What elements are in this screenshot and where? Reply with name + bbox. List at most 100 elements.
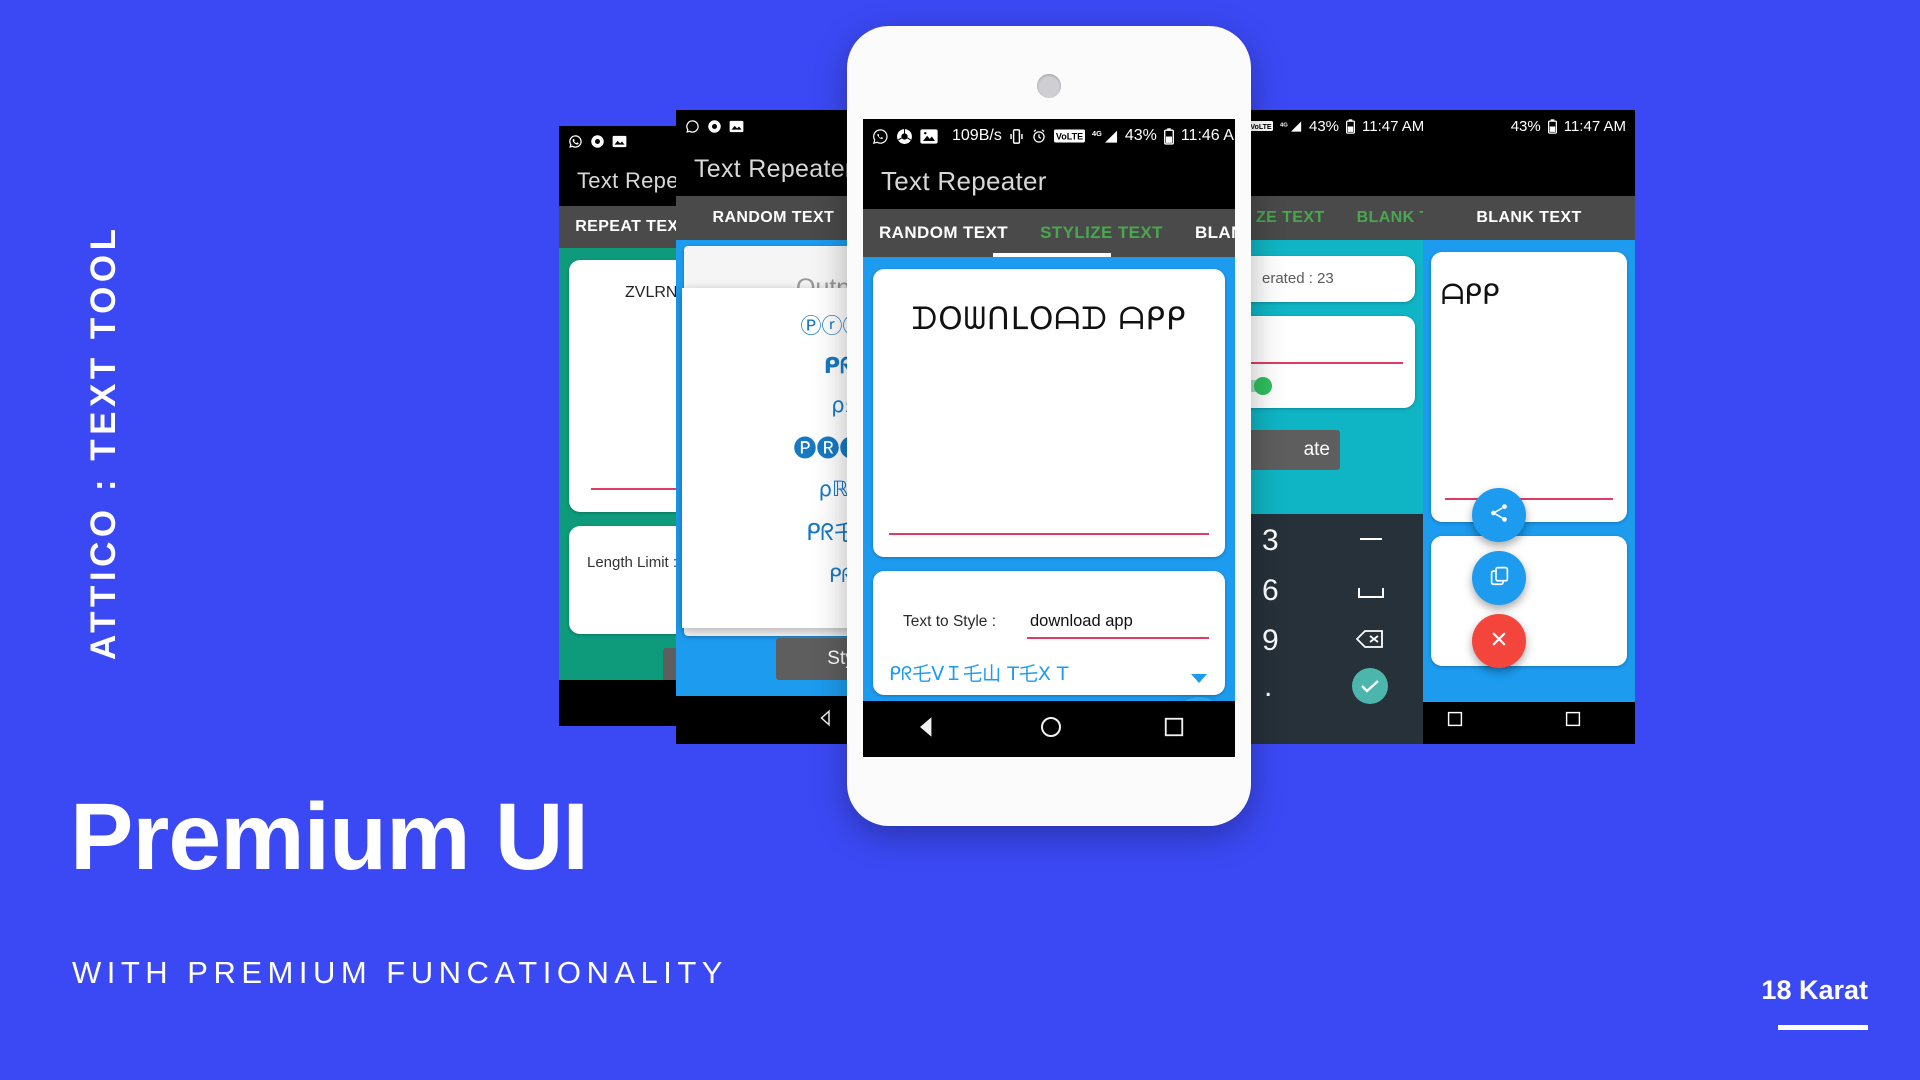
battery-icon (1163, 127, 1174, 145)
tab-blank-text[interactable]: BLANK TEXT (1179, 209, 1235, 257)
output-text: ᗪOᗯᑎᒪOᗩᗪ ᗩᑭᑭ (911, 301, 1187, 337)
gallery-icon (920, 128, 938, 144)
count-input-card[interactable]: 23 (1240, 316, 1415, 408)
close-icon (1489, 629, 1509, 654)
phone-hero-device: 109B/s VoLTE 4G 43% 11:46 AM Text Repeat… (847, 26, 1251, 826)
key-dot[interactable]: . (1264, 670, 1272, 704)
appbar-keypad (1240, 142, 1425, 196)
appbar-hero: Text Repeater (863, 153, 1235, 209)
backspace-key-icon[interactable] (1355, 630, 1384, 653)
navbar-hero (863, 701, 1235, 757)
key-3[interactable]: 3 (1262, 524, 1279, 558)
page-subheadline: WITH PREMIUM FUNCATIONALITY (72, 955, 728, 990)
signal-4g-icon: 4G (1092, 128, 1118, 144)
text-to-style-label: Text to Style : (903, 613, 997, 630)
tab-stylize-text[interactable]: ZE TEXT (1240, 196, 1341, 240)
volte-icon: VoLTE (1249, 120, 1273, 132)
back-nav-icon[interactable] (913, 714, 939, 745)
phone-far-right: 43% 11:47 AM BLANK TEXT ᗩᑭᑭ (1423, 110, 1635, 744)
confirm-key-icon[interactable] (1352, 668, 1388, 704)
copy-fab[interactable] (1472, 551, 1526, 605)
tab-stylize-text[interactable]: STYLIZE TEXT (1024, 209, 1179, 257)
content-keypad: erated : 23 23 ate 3 6 9 . (1240, 240, 1425, 744)
volte-icon: VoLTE (1053, 129, 1085, 143)
statusbar-hero: 109B/s VoLTE 4G 43% 11:46 AM (863, 119, 1235, 153)
vertical-brand-title: ATTICO : TEXT TOOL (84, 224, 123, 660)
count-input-underline (1240, 362, 1403, 364)
recents-nav-icon[interactable] (1163, 716, 1185, 743)
screen-hero: 109B/s VoLTE 4G 43% 11:46 AM Text Repeat… (863, 119, 1235, 757)
text-to-style-underline (1027, 637, 1209, 639)
chrome-icon (896, 128, 913, 145)
home-nav-icon[interactable] (1039, 715, 1063, 744)
whatsapp-icon (685, 119, 700, 134)
vibrate-icon (1009, 128, 1024, 145)
recents-nav-icon-2[interactable] (1565, 711, 1581, 732)
battery-icon (1547, 118, 1557, 134)
svg-text:VoLTE: VoLTE (1250, 124, 1272, 131)
alarm-icon (1031, 128, 1047, 144)
back-nav-icon[interactable] (817, 709, 835, 732)
recents-nav-icon[interactable] (1447, 711, 1463, 732)
length-limit-label: Length Limit : (587, 554, 678, 571)
share-icon (1488, 502, 1510, 529)
style-dropdown-value[interactable]: ᑭᖇ乇ᐯＩ乇山 T乇X T (889, 659, 1069, 686)
svg-text:VoLTE: VoLTE (1056, 132, 1083, 142)
tabbar-keypad: ZE TEXT BLANK TEXT (1240, 196, 1425, 240)
screen-keypad: VoLTE 4G 43% 11:47 AM ZE TEXT BLANK TEXT… (1240, 110, 1425, 744)
chevron-down-icon[interactable] (1191, 671, 1207, 689)
far-output-underline (1445, 498, 1613, 500)
tab-random-text[interactable]: RANDOM TEXT (676, 196, 871, 240)
brand-underline (1778, 1025, 1868, 1030)
output-card[interactable]: ᗪOᗯᑎᒪOᗩᗪ ᗩᑭᑭ (873, 269, 1225, 557)
battery-far: 43% (1510, 117, 1541, 135)
tab-blank-text[interactable]: BLANK TEXT (1341, 196, 1425, 240)
far-output-text: ᗩᑭᑭ (1441, 278, 1500, 311)
minus-key-icon[interactable] (1360, 538, 1382, 540)
space-key-icon[interactable] (1358, 586, 1384, 604)
chrome-icon (707, 119, 722, 134)
keypad-generate-button[interactable]: ate (1240, 430, 1340, 470)
text-to-style-value: download app (1030, 612, 1133, 630)
numeric-keypad[interactable]: 3 6 9 . (1240, 514, 1425, 744)
statusbar-far: 43% 11:47 AM (1423, 110, 1635, 142)
generated-count-card: erated : 23 (1240, 256, 1415, 302)
phone-blank-text-keypad: VoLTE 4G 43% 11:47 AM ZE TEXT BLANK TEXT… (1240, 110, 1425, 744)
statusbar-keypad: VoLTE 4G 43% 11:47 AM (1240, 110, 1425, 142)
content-far: ᗩᑭᑭ (1423, 240, 1635, 744)
net-speed-hero: 109B/s (952, 127, 1002, 144)
close-fab[interactable] (1472, 614, 1526, 668)
svg-text:4G: 4G (1092, 129, 1102, 138)
tabbar-hero: RANDOM TEXT STYLIZE TEXT BLANK TEXT (863, 209, 1235, 257)
key-6[interactable]: 6 (1262, 574, 1279, 608)
brand-name: 18 Karat (1761, 975, 1868, 1005)
tab-blank-text[interactable]: BLANK TEXT (1423, 196, 1635, 240)
tabbar-far: BLANK TEXT (1423, 196, 1635, 240)
signal-4g-icon: 4G (1280, 120, 1302, 133)
chrome-icon (590, 134, 605, 149)
far-input-card[interactable] (1431, 536, 1627, 666)
gallery-icon (729, 120, 744, 133)
whatsapp-icon (568, 134, 583, 149)
battery-icon (1346, 118, 1356, 134)
front-camera (1037, 74, 1061, 98)
key-9[interactable]: 9 (1262, 624, 1279, 658)
gallery-icon (612, 135, 627, 148)
battery-keypad: 43% (1309, 117, 1340, 135)
content-hero: ᗪOᗯᑎᒪOᗩᗪ ᗩᑭᑭ Text to Style : download ap… (863, 257, 1235, 753)
time-far: 11:47 AM (1563, 117, 1626, 135)
share-fab[interactable] (1472, 488, 1526, 542)
appbar-far (1423, 142, 1635, 196)
page-headline: Premium UI (70, 784, 589, 890)
screen-far: 43% 11:47 AM BLANK TEXT ᗩᑭᑭ (1423, 110, 1635, 744)
repeat-input-value: ZVLRN (625, 284, 678, 301)
svg-text:4G: 4G (1280, 122, 1288, 128)
tab-random-text[interactable]: RANDOM TEXT (863, 209, 1024, 257)
time-keypad: 11:47 AM (1362, 117, 1425, 135)
whatsapp-icon (872, 128, 889, 145)
copy-icon (1489, 565, 1510, 591)
far-output-card: ᗩᑭᑭ (1431, 252, 1627, 522)
style-input-card[interactable]: Text to Style : download app ᑭᖇ乇ᐯＩ乇山 T乇X… (873, 571, 1225, 695)
time-hero: 11:46 AM (1180, 127, 1235, 144)
battery-hero: 43% (1124, 127, 1157, 144)
